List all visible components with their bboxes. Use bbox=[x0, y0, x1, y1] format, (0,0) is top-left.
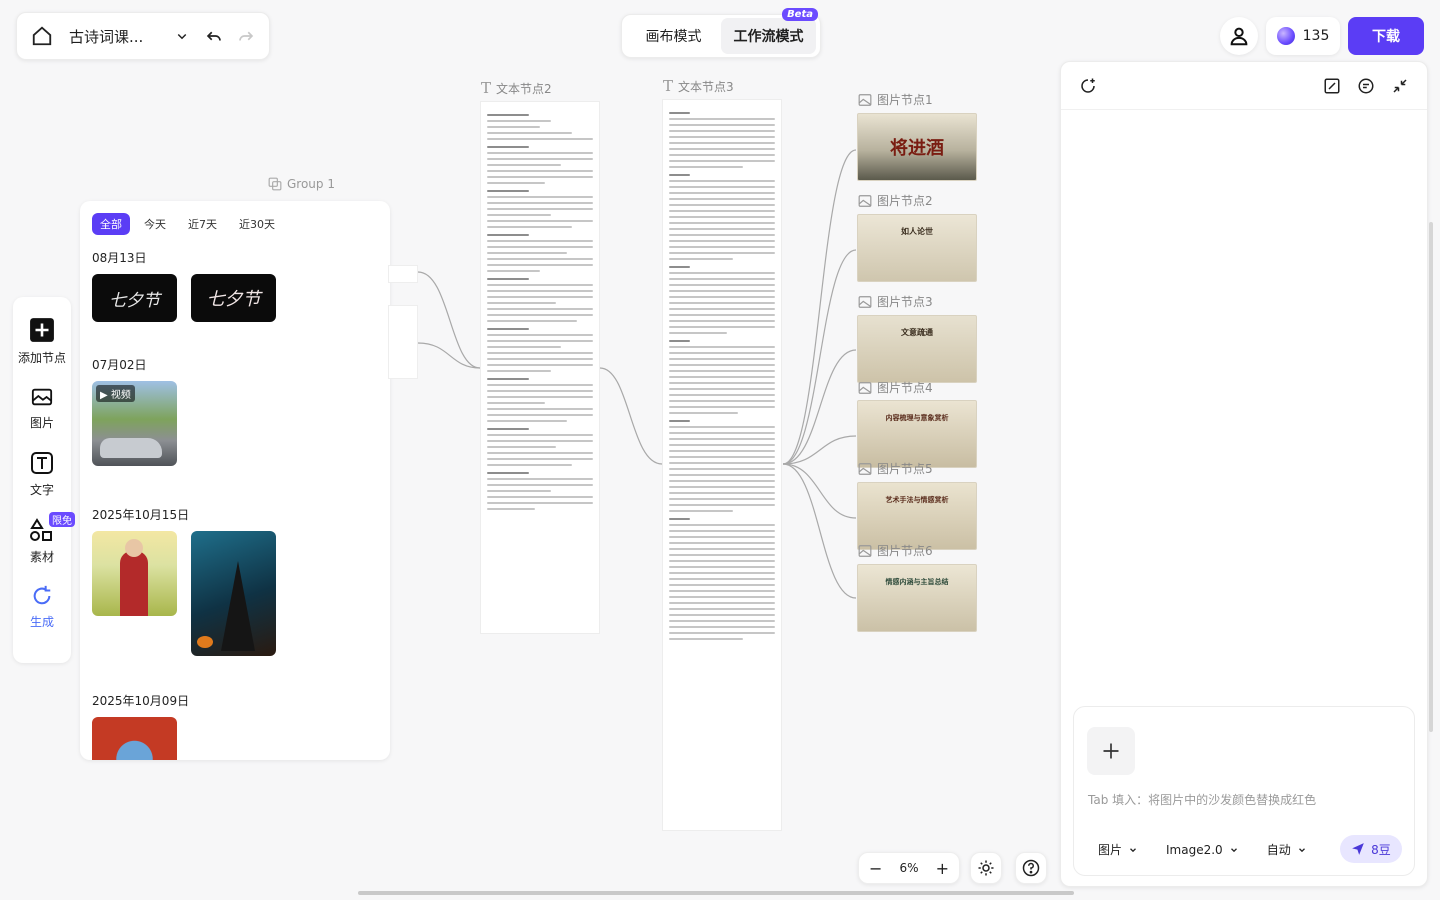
image-node-icon bbox=[858, 93, 872, 106]
image-title: 内容梳理与意象赏析 bbox=[885, 413, 949, 422]
zoom-out-button[interactable]: − bbox=[869, 859, 882, 878]
theme-toggle-button[interactable] bbox=[970, 852, 1002, 884]
collapse-icon[interactable] bbox=[1391, 77, 1409, 95]
image-node-label[interactable]: 图片节点6 bbox=[858, 542, 933, 559]
chevron-down-icon bbox=[1130, 847, 1136, 852]
send-cost: 8豆 bbox=[1371, 842, 1391, 857]
edit-icon[interactable] bbox=[1323, 77, 1341, 95]
image-node-icon bbox=[858, 295, 872, 308]
image-title: 文意疏通 bbox=[901, 327, 933, 337]
image-node-name: 图片节点4 bbox=[877, 381, 933, 395]
image-title: 艺术手法与情感赏析 bbox=[885, 495, 949, 504]
image-node-label[interactable]: 图片节点2 bbox=[858, 192, 933, 209]
image-node-name: 图片节点1 bbox=[877, 93, 933, 107]
image-node-label[interactable]: 图片节点5 bbox=[858, 460, 933, 477]
text-node-body[interactable] bbox=[480, 101, 600, 634]
image-node-icon bbox=[858, 194, 872, 207]
image-node-name: 图片节点2 bbox=[877, 194, 933, 208]
plus-icon bbox=[1103, 743, 1119, 759]
image-node-6[interactable]: 情感内涵与主旨总结 bbox=[857, 564, 977, 632]
zoom-in-button[interactable]: + bbox=[936, 859, 949, 878]
image-node-label[interactable]: 图片节点3 bbox=[858, 293, 933, 310]
text-node-label[interactable]: T 文本节点2 bbox=[481, 79, 552, 97]
image-node-name: 图片节点6 bbox=[877, 544, 933, 558]
prompt-composer: Tab 填入：将图片中的沙发颜色替换成红色 图片 Image2.0 自动 8豆 bbox=[1073, 706, 1415, 876]
send-icon bbox=[1352, 843, 1365, 855]
type-select-label: 图片 bbox=[1098, 843, 1123, 857]
help-button[interactable] bbox=[1015, 852, 1047, 884]
help-icon bbox=[1022, 859, 1040, 877]
zoom-control: − 6% + bbox=[858, 852, 960, 884]
assistant-panel: Tab 填入：将图片中的沙发颜色替换成红色 图片 Image2.0 自动 8豆 bbox=[1060, 61, 1433, 887]
chevron-down-icon bbox=[1230, 847, 1237, 852]
chevron-down-icon bbox=[1298, 847, 1305, 852]
image-node-5[interactable]: 艺术手法与情感赏析 bbox=[857, 482, 977, 550]
image-node-name: 图片节点3 bbox=[877, 295, 933, 309]
panel-header bbox=[1061, 62, 1427, 110]
model-select-label: Image2.0 bbox=[1166, 842, 1223, 857]
image-node-4[interactable]: 内容梳理与意象赏析 bbox=[857, 400, 977, 468]
text-node-body[interactable] bbox=[662, 99, 782, 831]
text-node-label[interactable]: T 文本节点3 bbox=[663, 77, 734, 95]
zoom-level[interactable]: 6% bbox=[899, 861, 918, 875]
image-title: 如人论世 bbox=[901, 226, 933, 236]
ratio-select[interactable]: 自动 bbox=[1267, 841, 1307, 858]
image-node-icon bbox=[858, 544, 872, 557]
image-node-name: 图片节点5 bbox=[877, 462, 933, 476]
panel-scrollbar[interactable] bbox=[1429, 222, 1433, 732]
image-node-icon bbox=[858, 462, 872, 475]
image-node-label[interactable]: 图片节点4 bbox=[858, 379, 933, 396]
send-button[interactable]: 8豆 bbox=[1340, 835, 1402, 863]
type-select[interactable]: 图片 bbox=[1098, 841, 1138, 858]
text-node-icon: T bbox=[481, 79, 492, 97]
image-node-1[interactable]: 将进酒 bbox=[857, 113, 977, 181]
horizontal-scrollbar[interactable] bbox=[358, 891, 1074, 895]
prompt-input[interactable]: Tab 填入：将图片中的沙发颜色替换成红色 bbox=[1088, 791, 1316, 808]
text-node-name: 文本节点2 bbox=[496, 81, 552, 96]
text-node-name: 文本节点3 bbox=[678, 79, 734, 94]
chat-icon[interactable] bbox=[1357, 77, 1375, 95]
image-title: 将进酒 bbox=[890, 138, 944, 159]
sun-icon bbox=[978, 860, 994, 876]
image-node-label[interactable]: 图片节点1 bbox=[858, 91, 933, 108]
image-node-icon bbox=[858, 381, 872, 394]
generation-options: 图片 Image2.0 自动 bbox=[1098, 841, 1307, 858]
image-node-3[interactable]: 文意疏通 bbox=[857, 315, 977, 383]
ratio-select-label: 自动 bbox=[1266, 843, 1291, 857]
image-title: 情感内涵与主旨总结 bbox=[885, 577, 949, 586]
add-reference-button[interactable] bbox=[1087, 727, 1135, 775]
image-node-2[interactable]: 如人论世 bbox=[857, 214, 977, 282]
new-chat-icon[interactable] bbox=[1079, 77, 1097, 95]
model-select[interactable]: Image2.0 bbox=[1166, 841, 1239, 858]
text-node-icon: T bbox=[663, 77, 674, 95]
